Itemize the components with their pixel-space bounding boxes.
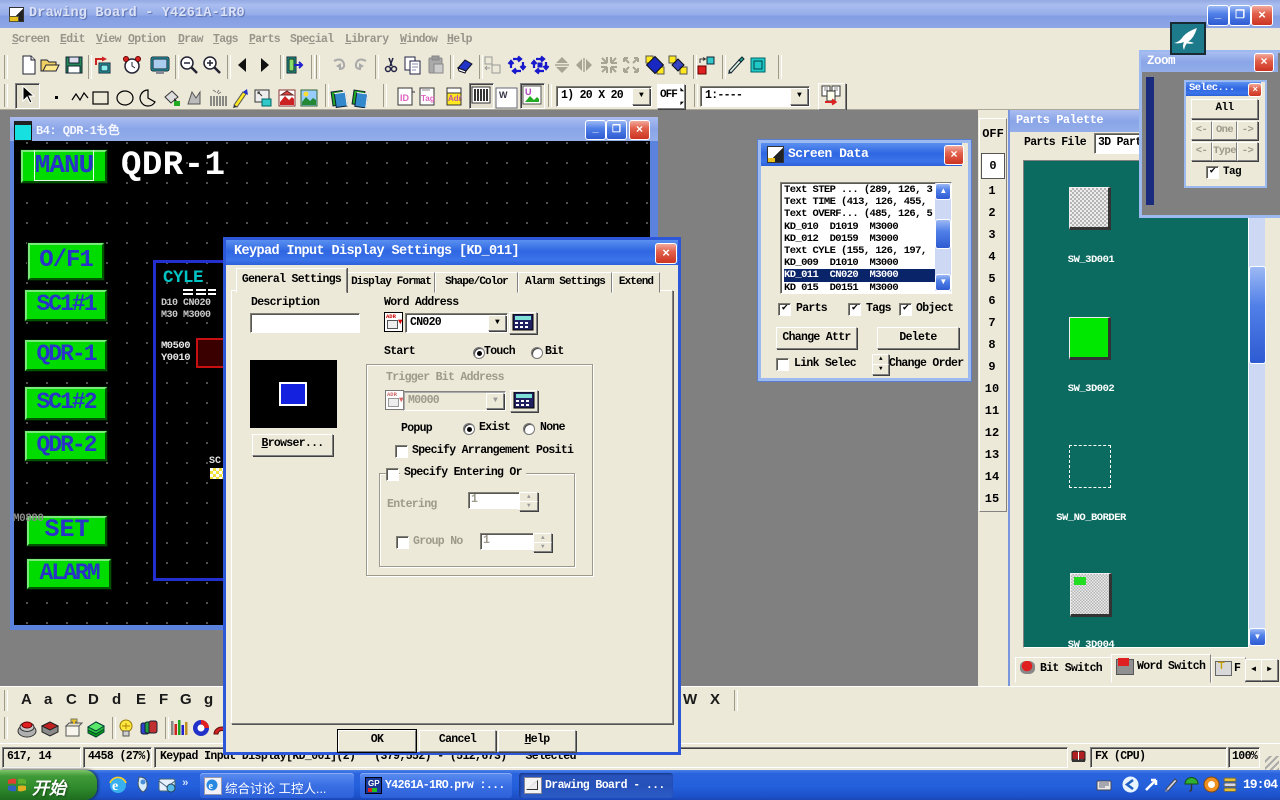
- svg-text:Tag: Tag: [421, 94, 435, 103]
- svg-text:e: e: [209, 781, 214, 792]
- svg-text:ID: ID: [400, 93, 410, 103]
- svg-text:U: U: [525, 87, 532, 97]
- svg-text:e: e: [112, 779, 118, 794]
- svg-text:Adr: Adr: [448, 94, 462, 103]
- svg-text:W: W: [499, 90, 508, 100]
